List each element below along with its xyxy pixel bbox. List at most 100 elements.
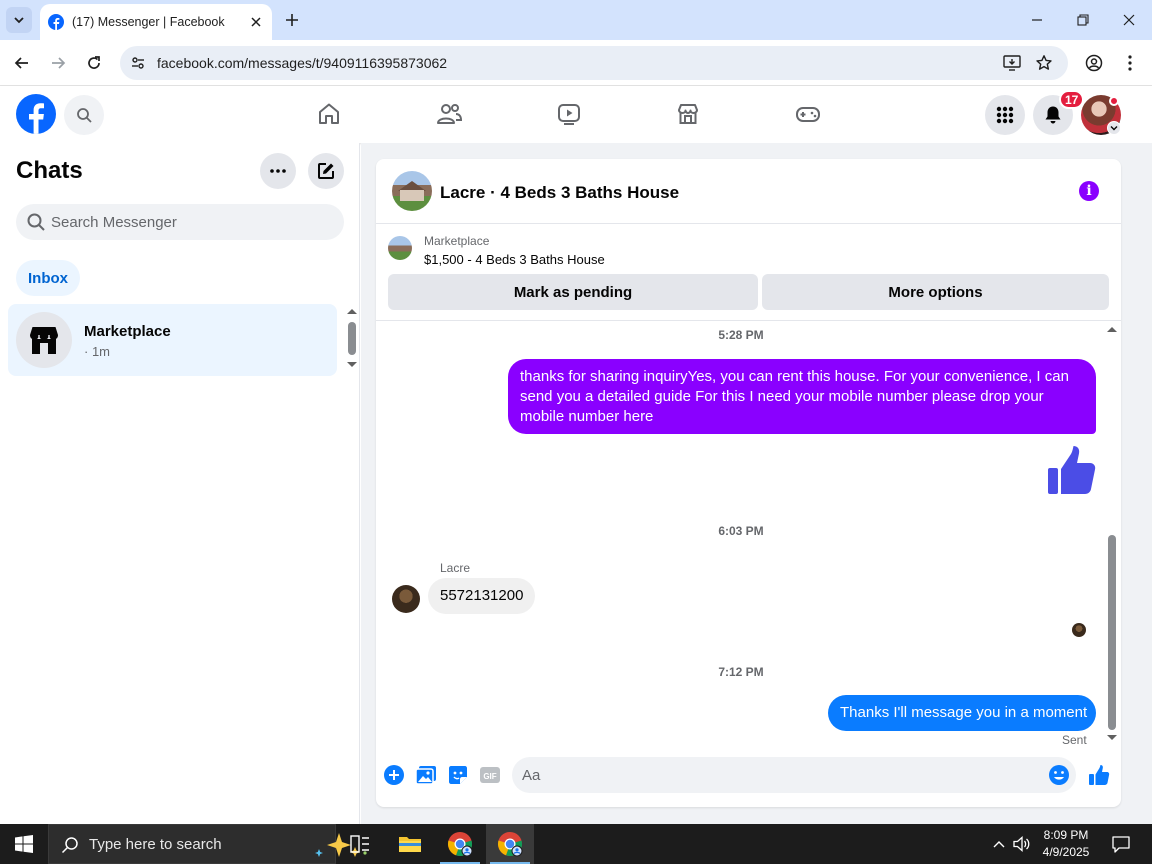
more-dots-icon xyxy=(270,169,286,173)
message-timestamp: 5:28 PM xyxy=(718,328,764,342)
new-message-button[interactable] xyxy=(308,153,344,189)
mark-as-pending-button[interactable]: Mark as pending xyxy=(388,274,758,310)
close-window-icon[interactable] xyxy=(1117,8,1141,32)
chevron-down-icon xyxy=(14,17,24,24)
messenger-search-field[interactable] xyxy=(16,204,344,240)
sender-name: Lacre xyxy=(440,561,471,575)
marketplace-listing-bar: Marketplace $1,500 - 4 Beds 3 Baths Hous… xyxy=(376,225,1121,321)
site-settings-icon[interactable] xyxy=(128,53,148,73)
chrome-profile-1-icon[interactable] xyxy=(436,824,484,864)
address-bar-row: facebook.com/messages/t/9409116395873062 xyxy=(0,40,1152,86)
video-watch-icon[interactable] xyxy=(553,98,585,130)
scroll-down-arrow-icon[interactable] xyxy=(1106,734,1118,742)
facebook-favicon-icon xyxy=(48,14,64,30)
sticker-icon[interactable] xyxy=(446,763,470,787)
message-timestamp: 6:03 PM xyxy=(718,524,764,538)
message-status: Sent xyxy=(1062,733,1087,747)
facebook-logo-icon[interactable] xyxy=(16,94,56,134)
browser-tabstrip: (17) Messenger | Facebook xyxy=(0,0,1152,40)
restore-icon[interactable] xyxy=(1071,8,1095,32)
tab-close-icon[interactable] xyxy=(248,14,264,30)
tab-title: (17) Messenger | Facebook xyxy=(72,15,225,29)
minimize-icon[interactable] xyxy=(1025,8,1049,32)
gif-icon[interactable]: GIF xyxy=(478,763,502,787)
bookmark-star-icon[interactable] xyxy=(1034,53,1054,73)
new-tab-plus-icon[interactable] xyxy=(282,10,302,30)
add-plus-icon[interactable] xyxy=(382,763,406,787)
search-icon xyxy=(61,837,78,854)
chrome-profile-2-icon[interactable] xyxy=(486,824,534,864)
conversation-meta: · 1m xyxy=(84,344,110,359)
install-app-icon[interactable] xyxy=(1002,53,1022,73)
photo-gallery-icon[interactable] xyxy=(414,763,438,787)
message-input[interactable] xyxy=(522,757,1022,793)
send-like-icon[interactable] xyxy=(1087,763,1111,787)
account-chevron-icon[interactable] xyxy=(1107,121,1121,135)
messenger-search-input[interactable] xyxy=(51,204,331,240)
facebook-search-icon[interactable] xyxy=(64,95,104,135)
svg-text:GIF: GIF xyxy=(483,772,496,781)
friends-icon[interactable] xyxy=(433,98,465,130)
gaming-icon[interactable] xyxy=(792,98,824,130)
emoji-icon[interactable] xyxy=(1047,763,1071,787)
chats-options-button[interactable] xyxy=(260,153,296,189)
account-status-dot xyxy=(1109,96,1119,106)
clock-time: 8:09 PM xyxy=(1043,828,1089,842)
facebook-top-nav: 17 xyxy=(0,86,1152,143)
conversation-item-marketplace[interactable]: Marketplace · 1m xyxy=(8,304,337,376)
marketplace-store-icon xyxy=(16,312,72,368)
listing-avatar[interactable] xyxy=(392,171,432,211)
notification-count-badge: 17 xyxy=(1059,90,1085,109)
listing-detail[interactable]: $1,500 - 4 Beds 3 Baths House xyxy=(424,252,605,267)
omnibox[interactable]: facebook.com/messages/t/9409116395873062 xyxy=(120,46,1068,80)
conversation-header: Lacre · 4 Beds 3 Baths House i xyxy=(376,159,1121,224)
back-arrow-icon[interactable] xyxy=(10,51,34,75)
search-icon xyxy=(27,213,45,231)
profile-icon[interactable] xyxy=(1082,51,1106,75)
taskbar-clock[interactable]: 8:09 PM 4/9/2025 xyxy=(1030,827,1102,861)
conversation-name: Marketplace xyxy=(84,323,171,340)
message-composer: GIF xyxy=(376,755,1121,807)
more-options-button[interactable]: More options xyxy=(762,274,1109,310)
home-icon[interactable] xyxy=(313,98,345,130)
conversation-panel: Lacre · 4 Beds 3 Baths House i Marketpla… xyxy=(376,159,1121,807)
sidebar-scrollbar-thumb[interactable] xyxy=(348,322,356,355)
chats-sidebar: Chats Inbox Marketplace · 1m xyxy=(0,143,360,824)
sender-avatar[interactable] xyxy=(392,585,420,613)
scroll-up-arrow-icon[interactable] xyxy=(346,307,358,315)
forward-arrow-icon[interactable] xyxy=(46,51,70,75)
task-view-icon[interactable] xyxy=(336,824,384,864)
info-icon[interactable]: i xyxy=(1079,181,1099,201)
marketplace-icon[interactable] xyxy=(672,98,704,130)
url-text[interactable]: facebook.com/messages/t/9409116395873062 xyxy=(157,55,447,71)
outgoing-message[interactable]: thanks for sharing inquiryYes, you can r… xyxy=(508,359,1096,434)
action-center-notification-icon[interactable] xyxy=(1108,824,1134,864)
scroll-up-arrow-icon[interactable] xyxy=(1106,325,1118,333)
menu-grid-icon[interactable] xyxy=(985,95,1025,135)
chats-heading: Chats xyxy=(16,157,83,184)
taskbar-search-box[interactable]: Type here to search xyxy=(48,824,367,864)
scroll-down-arrow-icon[interactable] xyxy=(346,361,358,369)
file-explorer-icon[interactable] xyxy=(386,824,434,864)
reload-icon[interactable] xyxy=(82,51,106,75)
conversation-title[interactable]: Lacre · 4 Beds 3 Baths House xyxy=(440,183,679,203)
message-timestamp: 7:12 PM xyxy=(718,665,764,679)
listing-source: Marketplace xyxy=(424,234,490,248)
seen-indicator-avatar xyxy=(1072,623,1086,637)
tab-search-button[interactable] xyxy=(6,7,32,33)
browser-menu-icon[interactable] xyxy=(1118,51,1142,75)
browser-tab-messenger[interactable]: (17) Messenger | Facebook xyxy=(40,4,272,40)
message-input-field[interactable] xyxy=(512,757,1076,793)
taskbar-search-placeholder: Type here to search xyxy=(89,836,222,853)
messages-scrollbar-thumb[interactable] xyxy=(1108,535,1116,730)
outgoing-message[interactable]: Thanks I'll message you in a moment xyxy=(828,695,1096,731)
thumbs-up-sticker-icon[interactable] xyxy=(1046,445,1098,497)
compose-icon xyxy=(318,163,334,179)
incoming-message[interactable]: 5572131200 xyxy=(428,578,536,614)
windows-start-icon[interactable] xyxy=(0,824,48,864)
windows-taskbar: Type here to search 8:09 PM 4/9/2025 xyxy=(0,824,1152,864)
clock-date: 4/9/2025 xyxy=(1042,845,1090,859)
show-hidden-icons-chevron-icon[interactable] xyxy=(988,824,1010,864)
listing-thumbnail[interactable] xyxy=(388,236,412,260)
inbox-filter-tab[interactable]: Inbox xyxy=(16,260,80,296)
